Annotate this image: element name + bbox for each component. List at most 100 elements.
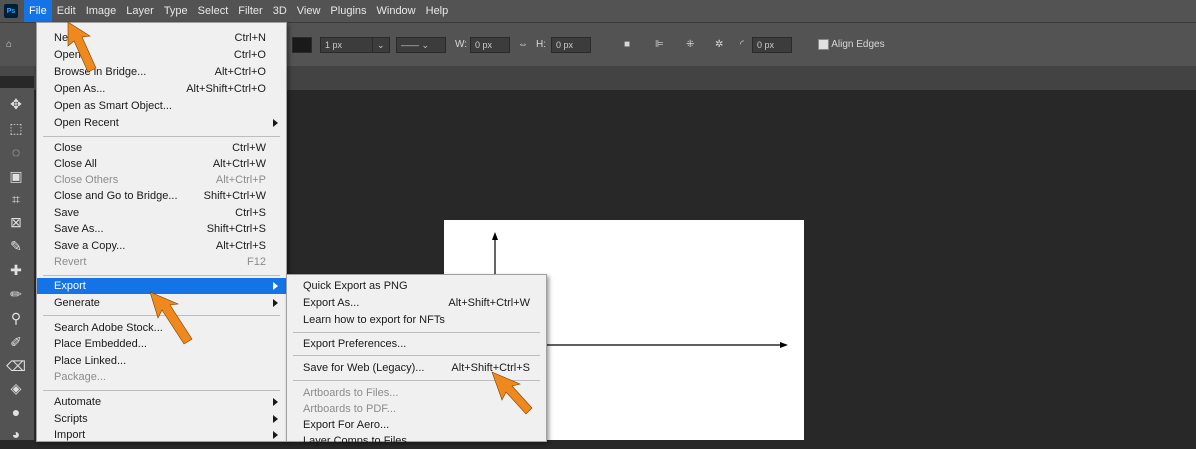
submenu-arrow-icon — [273, 119, 278, 127]
menu-separator — [43, 315, 280, 316]
path-alignment-icon[interactable]: ⊫ — [655, 37, 664, 53]
menu-item-open-as[interactable]: Open As... Alt+Shift+Ctrl+O — [37, 81, 286, 97]
menu-item-quick-export-png[interactable]: Quick Export as PNG — [287, 278, 546, 294]
stroke-width-field[interactable]: 1 px — [320, 37, 374, 53]
submenu-arrow-icon — [273, 398, 278, 406]
menu-separator — [43, 275, 280, 276]
menu-item-new[interactable]: New... Ctrl+N — [37, 30, 286, 46]
link-icon[interactable]: ⇔ — [518, 37, 528, 53]
width-field[interactable]: 0 px — [470, 37, 510, 53]
menu-item-export[interactable]: Export — [37, 278, 286, 294]
submenu-arrow-icon — [273, 299, 278, 307]
menu-image[interactable]: Image — [81, 0, 122, 22]
stroke-color-swatch[interactable] — [292, 37, 312, 53]
align-edges-checkbox[interactable]: Align Edges — [818, 37, 885, 53]
menu-item-generate[interactable]: Generate — [37, 295, 286, 311]
menu-view[interactable]: View — [292, 0, 326, 22]
menu-item-save-as[interactable]: Save As... Shift+Ctrl+S — [37, 221, 286, 237]
menu-item-export-as[interactable]: Export As... Alt+Shift+Ctrl+W — [287, 295, 546, 311]
toolbox-header[interactable] — [0, 66, 34, 76]
menu-item-close[interactable]: Close Ctrl+W — [37, 140, 286, 156]
stroke-style-dropdown[interactable]: —— ⌄ — [396, 37, 446, 53]
menu-bar: Ps File Edit Image Layer Type Select Fil… — [0, 0, 1196, 22]
menu-item-search-adobe-stock[interactable]: Search Adobe Stock... — [37, 320, 286, 336]
marquee-tool-icon[interactable]: ⬚ — [6, 118, 26, 138]
menu-item-save-a-copy[interactable]: Save a Copy... Alt+Ctrl+S — [37, 238, 286, 254]
stroke-width-value[interactable]: 1 px — [320, 37, 374, 53]
menu-window[interactable]: Window — [372, 0, 421, 22]
eraser-tool-icon[interactable]: ⌫ — [6, 356, 26, 376]
corner-radius-field[interactable]: 0 px — [752, 37, 792, 53]
healing-brush-tool-icon[interactable]: ✚ — [6, 260, 26, 280]
menu-separator — [293, 332, 540, 333]
menu-item-package[interactable]: Package... — [37, 369, 286, 385]
menu-item-learn-export-nfts[interactable]: Learn how to export for NFTs — [287, 312, 546, 328]
submenu-arrow-icon — [273, 431, 278, 439]
crop-tool-icon[interactable]: ⌗ — [6, 189, 26, 209]
menu-3d[interactable]: 3D — [268, 0, 292, 22]
menu-separator — [293, 355, 540, 356]
photoshop-logo: Ps — [4, 4, 18, 18]
menu-help[interactable]: Help — [421, 0, 454, 22]
eyedropper-tool-icon[interactable]: ✎ — [6, 236, 26, 256]
width-value[interactable]: 0 px — [470, 37, 510, 53]
menu-item-import[interactable]: Import — [37, 427, 286, 443]
menu-item-revert[interactable]: Revert F12 — [37, 254, 286, 270]
menu-plugins[interactable]: Plugins — [325, 0, 371, 22]
move-tool-icon[interactable]: ✥ — [6, 94, 26, 114]
menu-item-open[interactable]: Open... Ctrl+O — [37, 47, 286, 63]
menu-item-place-linked[interactable]: Place Linked... — [37, 353, 286, 369]
height-value[interactable]: 0 px — [551, 37, 591, 53]
menu-separator — [43, 390, 280, 391]
object-select-tool-icon[interactable]: ▣ — [6, 166, 26, 186]
menu-item-automate[interactable]: Automate — [37, 394, 286, 410]
brush-tool-icon[interactable]: ✏ — [6, 284, 26, 304]
gear-icon[interactable]: ✲ — [715, 37, 723, 53]
height-field[interactable]: 0 px — [551, 37, 591, 53]
menu-item-browse-in-bridge[interactable]: Browse in Bridge... Alt+Ctrl+O — [37, 64, 286, 80]
menu-item-place-embedded[interactable]: Place Embedded... — [37, 336, 286, 352]
menu-select[interactable]: Select — [193, 0, 234, 22]
menu-item-open-recent[interactable]: Open Recent — [37, 115, 286, 131]
menu-type[interactable]: Type — [159, 0, 193, 22]
menu-item-scripts[interactable]: Scripts — [37, 411, 286, 427]
menu-item-layer-comps-to-files[interactable]: Layer Comps to Files... — [287, 433, 546, 449]
menu-item-save-for-web-legacy[interactable]: Save for Web (Legacy)... Alt+Shift+Ctrl+S — [287, 360, 546, 376]
height-label: H: — [536, 39, 546, 50]
history-brush-tool-icon[interactable]: ✐ — [6, 332, 26, 352]
corner-radius-icon: ◜ — [740, 39, 744, 50]
menu-item-close-others[interactable]: Close Others Alt+Ctrl+P — [37, 172, 286, 188]
menu-item-export-for-aero[interactable]: Export For Aero... — [287, 417, 546, 433]
file-menu: New... Ctrl+N Open... Ctrl+O Browse in Bri… — [36, 22, 287, 442]
menu-item-save[interactable]: Save Ctrl+S — [37, 205, 286, 221]
stroke-width-dropdown[interactable]: ⌄ — [372, 37, 390, 53]
menu-item-artboards-to-files[interactable]: Artboards to Files... — [287, 385, 546, 401]
menu-separator — [293, 380, 540, 381]
menu-file[interactable]: File — [24, 0, 52, 22]
menu-separator — [43, 136, 280, 137]
menu-item-export-preferences[interactable]: Export Preferences... — [287, 336, 546, 352]
menu-edit[interactable]: Edit — [52, 0, 81, 22]
menu-item-close-all[interactable]: Close All Alt+Ctrl+W — [37, 156, 286, 172]
width-label: W: — [455, 39, 468, 50]
frame-tool-icon[interactable]: ⊠ — [6, 212, 26, 232]
paint-bucket-tool-icon[interactable]: ◈ — [6, 378, 26, 398]
lasso-tool-icon[interactable]: ◌ — [6, 142, 26, 162]
submenu-arrow-icon — [273, 282, 278, 290]
submenu-arrow-icon — [273, 415, 278, 423]
menu-item-close-go-to-bridge[interactable]: Close and Go to Bridge... Shift+Ctrl+W — [37, 188, 286, 204]
toolbox: ✥ ⬚ ◌ ▣ ⌗ ⊠ ✎ ✚ ✏ ⚲ ✐ ⌫ ◈ ● ◕ — [0, 88, 34, 442]
menu-item-artboards-to-pdf[interactable]: Artboards to PDF... — [287, 401, 546, 417]
dodge-tool-icon[interactable]: ◕ — [6, 424, 26, 444]
menu-item-open-smart-object[interactable]: Open as Smart Object... — [37, 98, 286, 114]
align-edges-label: Align Edges — [831, 39, 885, 50]
corner-radius-value[interactable]: 0 px — [752, 37, 792, 53]
home-icon[interactable]: ⌂ — [6, 37, 12, 53]
path-arrangement-icon[interactable]: ⁜ — [686, 37, 694, 53]
menu-layer[interactable]: Layer — [121, 0, 159, 22]
menu-filter[interactable]: Filter — [233, 0, 267, 22]
export-submenu: Quick Export as PNG Export As... Alt+Shif… — [286, 274, 547, 447]
stamp-tool-icon[interactable]: ⚲ — [6, 308, 26, 328]
path-operations-icon[interactable]: ■ — [624, 37, 630, 53]
blur-tool-icon[interactable]: ● — [6, 402, 26, 422]
